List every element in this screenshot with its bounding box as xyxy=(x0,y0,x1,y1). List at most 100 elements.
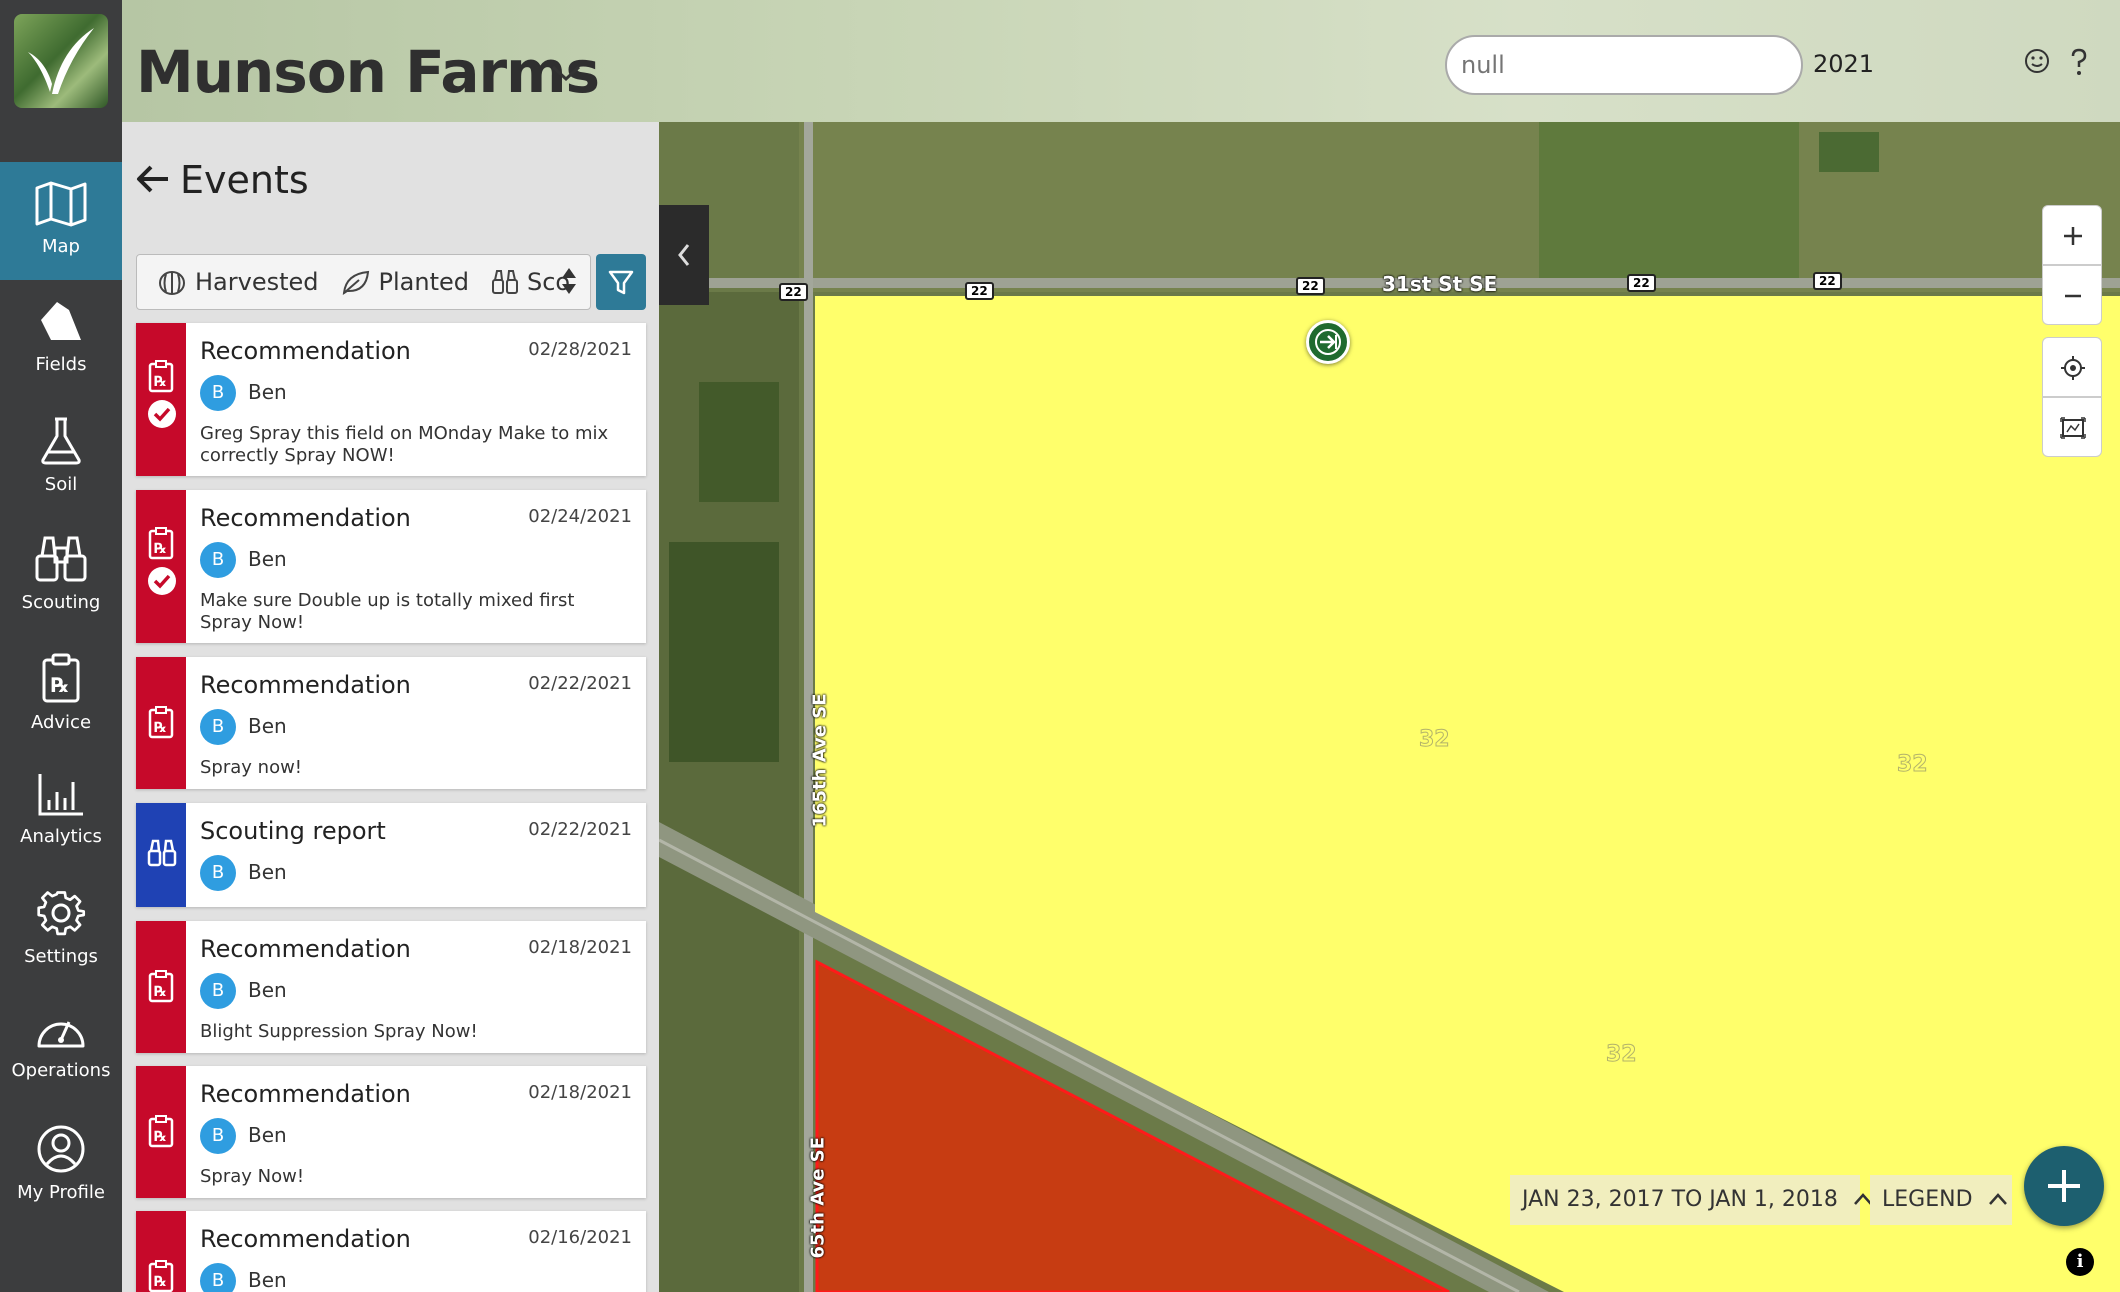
nav-label: Analytics xyxy=(20,826,102,847)
road-label: 165th Ave SE xyxy=(809,693,831,828)
nav-label: Scouting xyxy=(21,592,101,613)
gear-icon xyxy=(37,891,86,936)
event-date: 02/24/2021 xyxy=(528,506,632,527)
date-range-toggle[interactable]: JAN 23, 2017 TO JAN 1, 2018 xyxy=(1510,1175,1872,1225)
event-date: 02/28/2021 xyxy=(528,339,632,360)
bar-chart-icon xyxy=(38,774,83,816)
event-card[interactable]: ℞ Recommendation 02/16/2021 B Ben xyxy=(136,1211,646,1292)
svg-text:℞: ℞ xyxy=(51,673,69,697)
nav-label: Settings xyxy=(24,946,98,967)
nav-map[interactable]: Map xyxy=(0,162,122,280)
event-type-strip: ℞ xyxy=(136,921,186,1053)
info-icon[interactable]: i xyxy=(2066,1248,2094,1276)
section-number: 32 xyxy=(1897,752,1929,778)
svg-text:℞: ℞ xyxy=(154,1129,167,1145)
event-note: Spray now! xyxy=(200,757,303,778)
feedback-smile-icon[interactable] xyxy=(2024,48,2050,74)
filter-harvested[interactable]: Harvested xyxy=(157,268,319,296)
legend-label: LEGEND xyxy=(1882,1187,1973,1212)
binoculars-icon xyxy=(491,270,518,294)
event-date: 02/22/2021 xyxy=(528,673,632,694)
add-event-button[interactable] xyxy=(2024,1146,2104,1226)
section-number: 32 xyxy=(1606,1042,1638,1068)
left-nav: Map Fields Soil Scouting ℞ Advice Analyt… xyxy=(0,0,122,1292)
prescription-clipboard-icon: ℞ xyxy=(148,1115,174,1148)
event-card[interactable]: ℞ Recommendation 02/22/2021 B Ben Spray … xyxy=(136,657,646,789)
event-card[interactable]: ℞ Recommendation 02/28/2021 B Ben Greg S… xyxy=(136,323,646,476)
event-date: 02/18/2021 xyxy=(528,1082,632,1103)
nav-my-profile[interactable]: My Profile xyxy=(0,1106,122,1224)
filter-label: Planted xyxy=(378,268,469,296)
binoculars-icon xyxy=(35,536,87,582)
filter-planted[interactable]: Planted xyxy=(341,268,469,296)
funnel-icon xyxy=(608,270,634,295)
filter-scouting[interactable]: Sco xyxy=(491,268,570,296)
event-type-strip: ℞ xyxy=(136,490,186,643)
event-card[interactable]: ℞ Recommendation 02/24/2021 B Ben Make s… xyxy=(136,490,646,643)
event-card[interactable]: ℞ Recommendation 02/18/2021 B Ben Blight… xyxy=(136,921,646,1053)
plus-icon xyxy=(2064,227,2082,245)
panel-title: Events xyxy=(180,158,309,202)
app-logo[interactable] xyxy=(14,14,108,108)
avatar: B xyxy=(200,375,236,411)
nav-operations[interactable]: Operations xyxy=(0,988,122,1106)
event-type: Scouting report xyxy=(200,817,386,845)
year-selector[interactable]: 2021 xyxy=(1813,50,1874,78)
nav-scouting[interactable]: Scouting xyxy=(0,516,122,634)
prescription-clipboard-icon: ℞ xyxy=(42,653,80,703)
event-card[interactable]: Scouting report 02/22/2021 B Ben xyxy=(136,803,646,907)
prescription-clipboard-icon: ℞ xyxy=(148,706,174,739)
nav-settings[interactable]: Settings xyxy=(0,870,122,988)
event-type-strip: ℞ xyxy=(136,323,186,476)
zoom-in-button[interactable] xyxy=(2042,205,2102,265)
user-name: Ben xyxy=(248,860,287,884)
back-arrow-icon[interactable] xyxy=(136,164,170,194)
binoculars-icon xyxy=(147,839,177,867)
zoom-out-button[interactable] xyxy=(2042,265,2102,325)
user-name: Ben xyxy=(248,978,287,1002)
road-label: 65th Ave SE xyxy=(807,1137,829,1259)
help-icon[interactable] xyxy=(2068,48,2090,76)
event-type-filter-bar: Harvested Planted Sco xyxy=(136,254,591,310)
prescription-clipboard-icon: ℞ xyxy=(148,970,174,1003)
nav-label: Advice xyxy=(30,712,92,733)
nav-soil[interactable]: Soil xyxy=(0,398,122,516)
svg-text:℞: ℞ xyxy=(154,541,167,557)
scroll-arrows-icon[interactable] xyxy=(560,264,578,298)
nav-advice[interactable]: ℞ Advice xyxy=(0,634,122,752)
svg-text:℞: ℞ xyxy=(154,1274,167,1290)
highway-shield: 22 xyxy=(1296,277,1325,295)
prescription-clipboard-icon: ℞ xyxy=(148,360,174,393)
nav-fields[interactable]: Fields xyxy=(0,280,122,398)
events-panel: Events Harvested Planted Sco ℞ Recommend… xyxy=(122,122,659,1292)
field-entry-marker[interactable] xyxy=(1306,320,1350,364)
nav-analytics[interactable]: Analytics xyxy=(0,752,122,870)
avatar: B xyxy=(200,973,236,1009)
user-circle-icon xyxy=(37,1125,85,1173)
map-view[interactable]: 22 22 22 22 22 31st St SE 165th Ave SE 6… xyxy=(659,122,2120,1292)
flask-icon xyxy=(41,417,81,465)
nav-label: Fields xyxy=(35,354,87,375)
event-note: Spray Now! xyxy=(200,1166,305,1187)
legend-toggle[interactable]: LEGEND xyxy=(1870,1175,2012,1225)
highway-shield: 22 xyxy=(1813,272,1842,290)
satellite-map[interactable] xyxy=(659,122,2120,1292)
event-type-strip: ℞ xyxy=(136,1066,186,1198)
chevron-down-icon[interactable] xyxy=(550,62,582,84)
chevron-up-icon xyxy=(1988,1193,2007,1205)
filter-button[interactable] xyxy=(596,254,646,310)
fit-bounds-button[interactable] xyxy=(2042,397,2102,457)
farm-title[interactable]: Munson Farms xyxy=(136,38,600,106)
gauge-icon xyxy=(37,1021,85,1048)
collapse-panel-button[interactable] xyxy=(659,205,709,305)
event-card[interactable]: ℞ Recommendation 02/18/2021 B Ben Spray … xyxy=(136,1066,646,1198)
event-note: Greg Spray this field on MOnday Make to … xyxy=(200,423,609,466)
user-name: Ben xyxy=(248,714,287,738)
locate-me-button[interactable] xyxy=(2042,337,2102,397)
search-input[interactable] xyxy=(1445,35,1803,95)
date-range-label: JAN 23, 2017 TO JAN 1, 2018 xyxy=(1522,1187,1838,1212)
event-type: Recommendation xyxy=(200,504,411,532)
avatar: B xyxy=(200,542,236,578)
enter-arrow-icon xyxy=(1315,329,1341,355)
user-name: Ben xyxy=(248,547,287,571)
